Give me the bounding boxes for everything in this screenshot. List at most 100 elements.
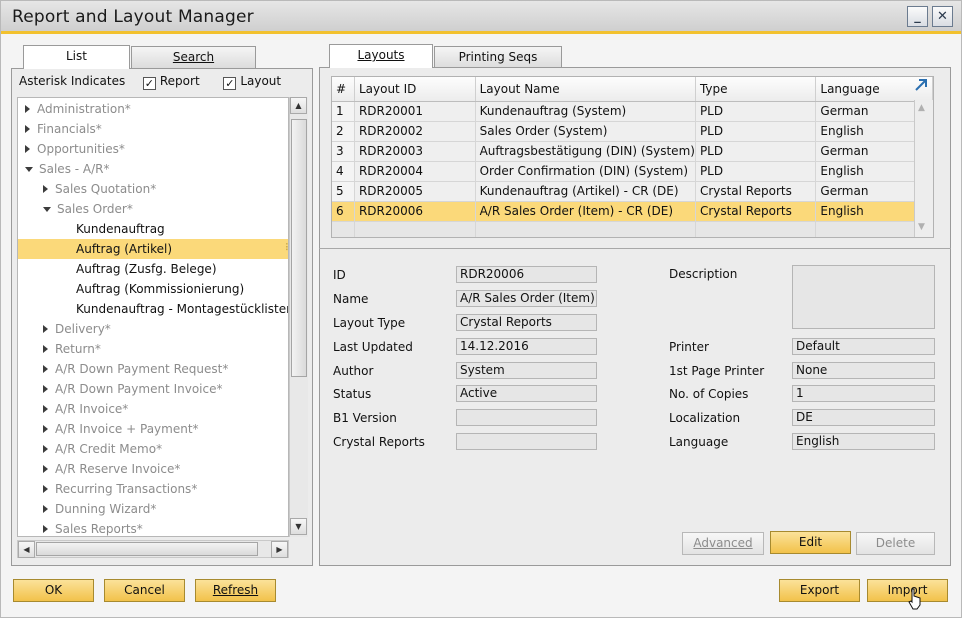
cell-num[interactable]: 1	[332, 101, 355, 122]
collapsed-arrow-icon[interactable]	[43, 465, 48, 473]
tree-item[interactable]: Administration*	[18, 99, 288, 119]
tree-horizontal-scrollbar[interactable]: ◀ ▶	[17, 540, 289, 558]
tree-item[interactable]: Sales - A/R*	[18, 159, 288, 179]
collapsed-arrow-icon[interactable]	[43, 485, 48, 493]
cell-num[interactable]: 3	[332, 141, 355, 162]
tree-item[interactable]: A/R Down Payment Request*	[18, 359, 288, 379]
h-scroll-thumb[interactable]	[36, 542, 258, 556]
cell-empty[interactable]	[695, 221, 817, 237]
tab-layouts[interactable]: Layouts	[329, 44, 433, 68]
cell-num[interactable]: 5	[332, 181, 355, 202]
cell-name[interactable]: Auftragsbestätigung (DIN) (System)	[475, 141, 696, 162]
tree-item[interactable]: Kundenauftrag	[18, 219, 288, 239]
tree-item[interactable]: A/R Down Payment Invoice*	[18, 379, 288, 399]
cell-id[interactable]: RDR20004	[354, 161, 476, 182]
cell-type[interactable]: PLD	[695, 161, 817, 182]
tab-list[interactable]: List	[23, 45, 130, 69]
tree-item[interactable]: Sales Quotation*	[18, 179, 288, 199]
col-header-layout-id[interactable]: Layout ID	[354, 77, 476, 102]
cell-empty[interactable]	[332, 221, 355, 237]
tree-item[interactable]: A/R Invoice + Payment*	[18, 419, 288, 439]
tree-item[interactable]: Opportunities*	[18, 139, 288, 159]
cell-empty[interactable]	[354, 221, 476, 237]
scroll-left-icon[interactable]: ◀	[18, 541, 35, 558]
scroll-right-icon[interactable]: ▶	[271, 541, 288, 558]
cell-num[interactable]: 4	[332, 161, 355, 182]
tree-item[interactable]: A/R Invoice*	[18, 399, 288, 419]
tree-item[interactable]: A/R Credit Memo*	[18, 439, 288, 459]
grid-scroll-down-icon[interactable]: ▼	[918, 222, 925, 232]
collapsed-arrow-icon[interactable]	[43, 505, 48, 513]
refresh-button[interactable]: Refresh	[195, 579, 276, 602]
report-tree[interactable]: Administration* Financials* Opportunities*…	[17, 97, 289, 537]
cell-name[interactable]: A/R Sales Order (Item) - CR (DE)	[475, 201, 696, 222]
cell-num[interactable]: 2	[332, 121, 355, 142]
collapsed-arrow-icon[interactable]	[25, 125, 30, 133]
col-header-num[interactable]: #	[332, 77, 355, 102]
collapsed-arrow-icon[interactable]	[43, 365, 48, 373]
cancel-button[interactable]: Cancel	[104, 579, 185, 602]
cell-empty[interactable]	[475, 221, 696, 237]
layouts-grid[interactable]: # Layout ID Layout Name Type Language 1R…	[331, 76, 934, 238]
col-header-layout-name[interactable]: Layout Name	[475, 77, 696, 102]
cell-type[interactable]: PLD	[695, 121, 817, 142]
tree-item[interactable]: Auftrag (Zusfg. Belege)	[18, 259, 288, 279]
table-row-empty[interactable]	[332, 221, 933, 237]
table-row[interactable]: 6 RDR20006 A/R Sales Order (Item) - CR (DE…	[332, 201, 933, 222]
cell-type[interactable]: PLD	[695, 141, 817, 162]
collapsed-arrow-icon[interactable]	[43, 185, 48, 193]
tree-item[interactable]: Dunning Wizard*	[18, 499, 288, 519]
expanded-arrow-icon[interactable]	[43, 207, 51, 212]
table-row[interactable]: 3 RDR20003 Auftragsbestätigung (DIN) (Syst…	[332, 141, 933, 162]
copies-field[interactable]: 1	[792, 385, 935, 402]
table-row[interactable]: 2 RDR20002 Sales Order (System) PLD English	[332, 121, 933, 142]
cell-name[interactable]: Kundenauftrag (System)	[475, 101, 696, 122]
first-page-printer-field[interactable]: None	[792, 362, 935, 379]
cell-id[interactable]: RDR20006	[354, 201, 476, 222]
tree-item[interactable]: Financials*	[18, 119, 288, 139]
expanded-arrow-icon[interactable]	[25, 167, 33, 172]
cell-type[interactable]: Crystal Reports	[695, 201, 817, 222]
grid-scroll-up-icon[interactable]: ▲	[918, 103, 925, 113]
export-button[interactable]: Export	[779, 579, 860, 602]
tab-printing-seqs[interactable]: Printing Seqs	[434, 46, 562, 68]
tree-item[interactable]: Sales Reports*	[18, 519, 288, 536]
printer-field[interactable]: Default	[792, 338, 935, 355]
grid-vertical-scrollbar[interactable]: ▲ ▼	[914, 100, 933, 237]
ok-button[interactable]: OK	[13, 579, 94, 602]
collapsed-arrow-icon[interactable]	[43, 345, 48, 353]
tab-search[interactable]: Search	[131, 46, 256, 68]
tree-item[interactable]: Auftrag (Kommissionierung)	[18, 279, 288, 299]
cell-id[interactable]: RDR20005	[354, 181, 476, 202]
layout-checkbox[interactable]: ✓	[223, 77, 237, 90]
cell-name[interactable]: Order Confirmation (DIN) (System)	[475, 161, 696, 182]
expand-icon[interactable]	[913, 77, 929, 93]
table-row[interactable]: 4 RDR20004 Order Confirmation (DIN) (Syste…	[332, 161, 933, 182]
collapsed-arrow-icon[interactable]	[43, 425, 48, 433]
cell-id[interactable]: RDR20003	[354, 141, 476, 162]
col-header-type[interactable]: Type	[695, 77, 817, 102]
collapsed-arrow-icon[interactable]	[25, 145, 30, 153]
scroll-thumb[interactable]	[291, 119, 307, 377]
scroll-up-icon[interactable]: ▲	[290, 97, 307, 114]
cell-id[interactable]: RDR20002	[354, 121, 476, 142]
tree-vertical-scrollbar[interactable]: ▲ ▼	[289, 97, 308, 537]
tree-item[interactable]: Sales Order*	[18, 199, 288, 219]
tree-item[interactable]: A/R Reserve Invoice*	[18, 459, 288, 479]
advanced-button[interactable]: Advanced	[682, 532, 764, 555]
report-checkbox[interactable]: ✓	[142, 77, 156, 90]
collapsed-arrow-icon[interactable]	[43, 385, 48, 393]
tree-item[interactable]: Return*	[18, 339, 288, 359]
tree-item[interactable]: Recurring Transactions*	[18, 479, 288, 499]
table-row[interactable]: 5 RDR20005 Kundenauftrag (Artikel) - CR (D…	[332, 181, 933, 202]
cell-name[interactable]: Sales Order (System)	[475, 121, 696, 142]
cell-id[interactable]: RDR20001	[354, 101, 476, 122]
collapsed-arrow-icon[interactable]	[43, 405, 48, 413]
cell-type[interactable]: Crystal Reports	[695, 181, 817, 202]
cell-type[interactable]: PLD	[695, 101, 817, 122]
tree-item[interactable]: Auftrag (Artikel)⠿	[18, 239, 288, 259]
cell-num[interactable]: 6	[332, 201, 355, 222]
tree-item[interactable]: Delivery*	[18, 319, 288, 339]
close-button[interactable]: ✕	[932, 6, 953, 27]
collapsed-arrow-icon[interactable]	[43, 445, 48, 453]
